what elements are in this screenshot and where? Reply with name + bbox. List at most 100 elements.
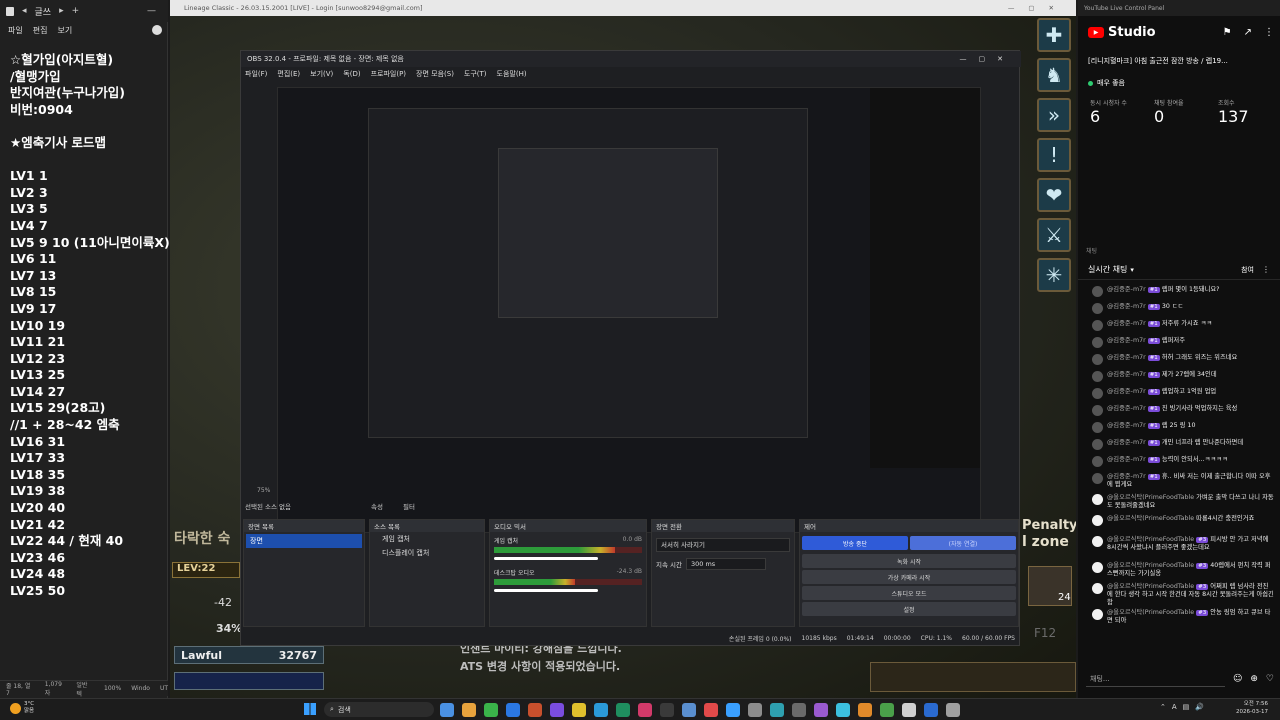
- chat-author[interactable]: @김중준-m7r: [1107, 405, 1146, 412]
- notepad-text-area[interactable]: ☆혈가입(아지트혈)/혈맹가입 반지여관(누구나가입) 비번:0904 ★엠축기사 로…: [10, 52, 170, 600]
- taskbar-app-icon[interactable]: [572, 703, 586, 717]
- chat-author[interactable]: @김중준-m7r: [1107, 439, 1146, 446]
- bookmark-icon[interactable]: ⚑: [1223, 27, 1232, 38]
- sword-skill-icon[interactable]: ⚔: [1037, 218, 1071, 252]
- volume-icon[interactable]: 🔊: [1195, 703, 1204, 711]
- taskbar-app-icon[interactable]: [528, 703, 542, 717]
- duration-input[interactable]: 300 ms: [686, 558, 766, 570]
- nav-back-icon[interactable]: ◂: [22, 6, 27, 16]
- menu-edit[interactable]: 편집: [33, 25, 48, 36]
- chat-avatar[interactable]: [1092, 371, 1103, 382]
- chevron-down-icon[interactable]: ▾: [1130, 266, 1134, 274]
- chat-avatar[interactable]: [1092, 562, 1103, 573]
- taskbar-app-icon[interactable]: [462, 703, 476, 717]
- obs-menu-view[interactable]: 보기(V): [310, 69, 333, 79]
- chat-avatar[interactable]: [1092, 405, 1103, 416]
- menu-file[interactable]: 파일: [8, 25, 23, 36]
- taskbar-app-icon[interactable]: [726, 703, 740, 717]
- chat-author[interactable]: @김중준-m7r: [1107, 388, 1146, 395]
- taskbar-app-icon[interactable]: [858, 703, 872, 717]
- network-icon[interactable]: ▤: [1183, 703, 1190, 711]
- chat-author[interactable]: @김중준-m7r: [1107, 303, 1146, 310]
- obs-menu-tools[interactable]: 도구(T): [464, 69, 487, 79]
- start-recording-button[interactable]: 녹화 시작: [802, 554, 1016, 568]
- chat-author[interactable]: @김중준-m7r: [1107, 473, 1146, 480]
- filters-button[interactable]: 필터: [403, 501, 415, 511]
- chat-avatar[interactable]: [1092, 515, 1103, 526]
- studio-mode-button[interactable]: 스튜디오 모드: [802, 586, 1016, 600]
- nav-forward-icon[interactable]: ▸: [59, 6, 64, 16]
- slash-skill-icon[interactable]: ✳: [1037, 258, 1071, 292]
- taskbar-app-icon[interactable]: [616, 703, 630, 717]
- windows-start-icon[interactable]: [304, 703, 316, 715]
- chat-author[interactable]: @김중준-m7r: [1107, 286, 1146, 293]
- obs-menu-edit[interactable]: 편집(E): [277, 69, 300, 79]
- window-controls[interactable]: —▢✕: [1008, 4, 1068, 12]
- taskbar-app-icon[interactable]: [594, 703, 608, 717]
- chat-author[interactable]: @올오르식탁(PrimeFoodTable: [1107, 583, 1194, 590]
- haste-skill-icon[interactable]: »: [1037, 98, 1071, 132]
- chat-avatar[interactable]: [1092, 494, 1103, 505]
- source-item-game-capture[interactable]: 게임 캡처: [370, 532, 484, 546]
- chat-mode-dropdown[interactable]: 실시간 채팅: [1088, 264, 1127, 275]
- menu-view[interactable]: 보기: [57, 25, 72, 36]
- chat-author[interactable]: @올오르식탁(PrimeFoodTable: [1107, 562, 1194, 569]
- clock[interactable]: 오전 7:56 2026-03-17: [1236, 700, 1268, 716]
- start-virtual-camera-button[interactable]: 가상 카메라 시작: [802, 570, 1016, 584]
- share-icon[interactable]: ↗: [1244, 27, 1252, 38]
- channel-volume-slider[interactable]: [494, 557, 598, 560]
- new-tab-icon[interactable]: +: [72, 6, 80, 16]
- chat-author[interactable]: @김중준-m7r: [1107, 320, 1146, 327]
- taskbar-app-icon[interactable]: [836, 703, 850, 717]
- chat-avatar[interactable]: [1092, 439, 1103, 450]
- chat-author[interactable]: @김중준-m7r: [1107, 337, 1146, 344]
- taskbar-app-icon[interactable]: [770, 703, 784, 717]
- chat-avatar[interactable]: [1092, 456, 1103, 467]
- obs-menu-help[interactable]: 도움말(H): [497, 69, 527, 79]
- stop-stream-button[interactable]: 방송 중단: [802, 536, 908, 550]
- chat-author[interactable]: @올오르식탁(PrimeFoodTable: [1107, 515, 1194, 522]
- chat-author[interactable]: @김중준-m7r: [1107, 354, 1146, 361]
- taskbar-app-icon[interactable]: [748, 703, 762, 717]
- chat-avatar[interactable]: [1092, 354, 1103, 365]
- chat-avatar[interactable]: [1092, 388, 1103, 399]
- chat-author[interactable]: @올오르식탁(PrimeFoodTable: [1107, 494, 1194, 501]
- taskbar-app-icon[interactable]: [638, 703, 652, 717]
- taskbar-app-icon[interactable]: [814, 703, 828, 717]
- transition-select[interactable]: 서서히 사라지기: [656, 538, 790, 552]
- ime-icon[interactable]: A: [1172, 703, 1177, 711]
- chat-author[interactable]: @김중준-m7r: [1107, 371, 1146, 378]
- channel-volume-slider[interactable]: [494, 589, 598, 592]
- chat-author[interactable]: @올오르식탁(PrimeFoodTable: [1107, 609, 1194, 616]
- taskbar-app-icon[interactable]: [880, 703, 894, 717]
- taskbar-app-icon[interactable]: [682, 703, 696, 717]
- chat-author[interactable]: @올오르식탁(PrimeFoodTable: [1107, 536, 1194, 543]
- taskbar-app-icon[interactable]: [660, 703, 674, 717]
- taskbar-search[interactable]: ⌕ 검색: [324, 702, 434, 717]
- add-icon[interactable]: ⊕: [1250, 674, 1258, 684]
- chat-avatar[interactable]: [1092, 473, 1103, 484]
- shield-skill-icon[interactable]: ✚: [1037, 18, 1071, 52]
- chat-input[interactable]: 채팅...: [1086, 672, 1225, 687]
- settings-gear-icon[interactable]: [152, 25, 162, 35]
- obs-preview[interactable]: [277, 87, 981, 533]
- taskbar-app-icon[interactable]: [704, 703, 718, 717]
- chevron-up-icon[interactable]: ⌃: [1160, 703, 1166, 711]
- alert-skill-icon[interactable]: !: [1037, 138, 1071, 172]
- chat-avatar[interactable]: [1092, 337, 1103, 348]
- taskbar-app-icon[interactable]: [902, 703, 916, 717]
- auto-connect-button[interactable]: (자동 연결): [910, 536, 1016, 550]
- chat-filter-button[interactable]: 참여: [1241, 265, 1254, 275]
- taskbar-app-icon[interactable]: [946, 703, 960, 717]
- emoji-icon[interactable]: ☺: [1233, 674, 1242, 684]
- obs-menu-dock[interactable]: 독(D): [343, 69, 360, 79]
- more-icon[interactable]: ⋮: [1264, 27, 1274, 38]
- taskbar-app-icon[interactable]: [924, 703, 938, 717]
- taskbar-app-icon[interactable]: [440, 703, 454, 717]
- chat-avatar[interactable]: [1092, 303, 1103, 314]
- source-item-display-capture[interactable]: 디스플레이 캡처: [370, 546, 484, 560]
- taskbar-app-icon[interactable]: [792, 703, 806, 717]
- scene-item[interactable]: 장면: [246, 534, 362, 548]
- heart-icon[interactable]: ♡: [1266, 674, 1274, 684]
- taskbar-app-icon[interactable]: [506, 703, 520, 717]
